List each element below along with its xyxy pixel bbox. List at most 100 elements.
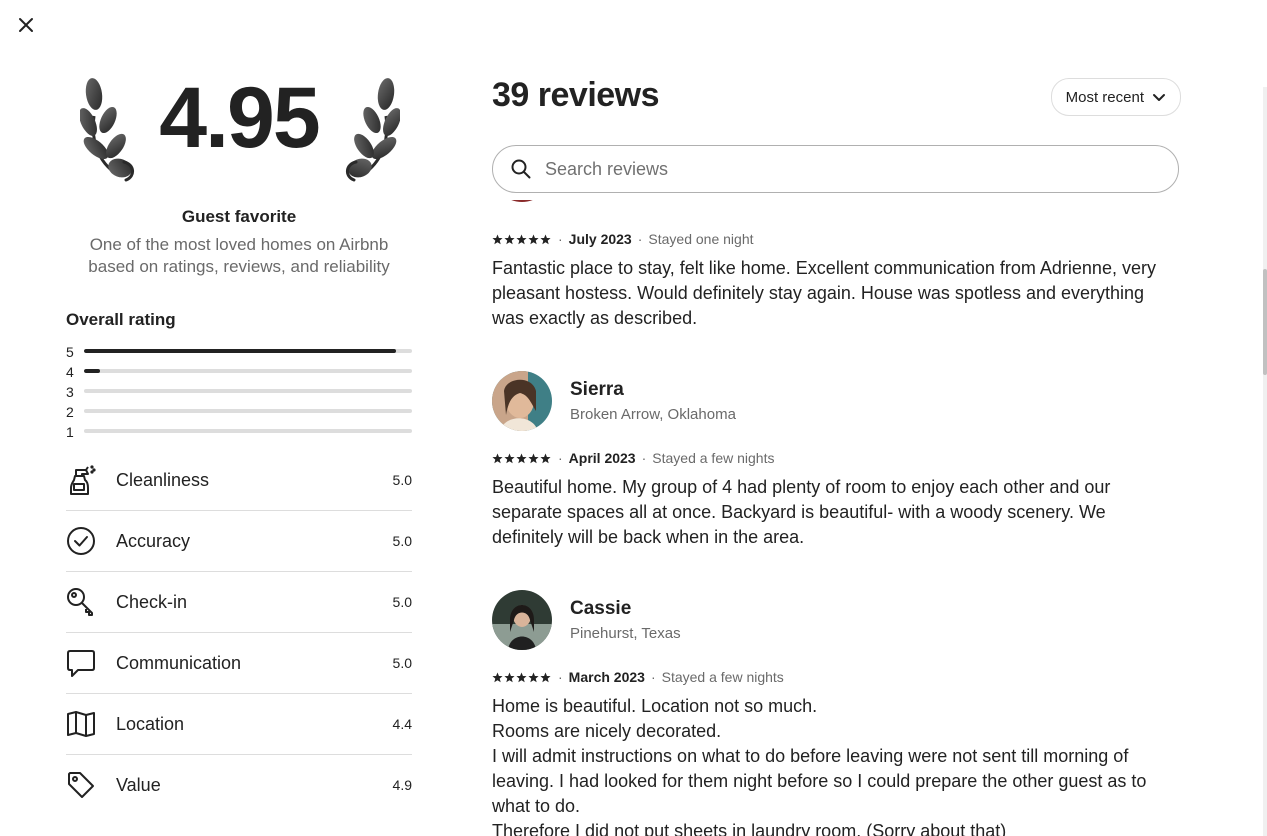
close-button[interactable] <box>14 13 38 37</box>
review-paragraph: Beautiful home. My group of 4 had plenty… <box>492 477 1111 547</box>
sort-label: Most recent <box>1065 88 1144 106</box>
check-circle-icon <box>67 527 95 555</box>
review-item: · July 2023 · Stayed one night Fantastic… <box>492 200 1181 331</box>
spray-bottle-icon <box>70 465 96 495</box>
review-paragraph: Rooms are nicely decorated. <box>492 721 722 741</box>
guest-favorite-title: Guest favorite <box>181 207 297 226</box>
reviewer-info: Cassie Pinehurst, Texas <box>570 598 681 642</box>
star-icon <box>492 453 503 463</box>
search-icon <box>511 159 531 179</box>
distribution-star-label: 1 <box>66 424 74 440</box>
reviews-scroll-area[interactable]: · July 2023 · Stayed one night Fantastic… <box>492 200 1181 836</box>
category-score: 5.0 <box>392 472 412 488</box>
meta-separator: · <box>637 231 643 247</box>
avatar-partial <box>492 200 552 202</box>
guest-favorite-description: One of the most loved homes on Airbnb ba… <box>66 234 412 278</box>
avatar <box>511 200 533 202</box>
category-score: 5.0 <box>392 533 412 549</box>
star-rating <box>492 453 552 464</box>
distribution-row: 2 <box>66 402 412 422</box>
review-date: July 2023 <box>568 231 632 247</box>
meta-separator: · <box>558 450 563 466</box>
category-label: Value <box>116 774 161 795</box>
review-date: March 2023 <box>568 669 645 685</box>
sort-dropdown[interactable]: Most recent <box>1050 78 1181 116</box>
review-text: Fantastic place to stay, felt like home.… <box>492 256 1181 331</box>
review-text: Beautiful home. My group of 4 had plenty… <box>492 475 1181 550</box>
reviews-list: · July 2023 · Stayed one night Fantastic… <box>492 200 1181 836</box>
avatar-image <box>492 371 552 431</box>
star-icon <box>504 234 515 244</box>
star-icon <box>540 672 551 682</box>
distribution-star-label: 3 <box>66 384 74 400</box>
review-meta: · April 2023 · Stayed a few nights <box>492 447 1181 469</box>
review-meta: · July 2023 · Stayed one night <box>492 228 1181 250</box>
star-icon <box>492 672 503 682</box>
reviewer-location: Broken Arrow, Oklahoma <box>570 406 736 423</box>
star-icon <box>528 453 539 463</box>
distribution-star-label: 4 <box>66 364 74 380</box>
category-row-cleanliness: Cleanliness 5.0 <box>66 450 412 511</box>
category-label: Accuracy <box>116 530 191 551</box>
meta-separator: · <box>641 450 647 466</box>
reviewer-name[interactable]: Cassie <box>570 598 681 620</box>
category-score: 4.9 <box>392 777 412 793</box>
distribution-star-label: 2 <box>66 404 74 420</box>
avatar-image <box>492 590 552 650</box>
key-icon <box>67 588 93 616</box>
close-icon <box>19 18 33 32</box>
distribution-bar <box>84 409 412 413</box>
search-input[interactable] <box>543 157 1147 181</box>
star-icon <box>528 234 539 244</box>
star-icon <box>516 234 527 244</box>
distribution-star-label: 5 <box>66 344 74 360</box>
scrollbar[interactable] <box>1263 87 1267 836</box>
star-icon <box>516 453 527 463</box>
chat-bubble-icon <box>67 650 95 677</box>
distribution-bar-fill <box>84 369 101 373</box>
distribution-row: 3 <box>66 382 412 402</box>
laurel-right-icon <box>346 78 400 182</box>
review-stay: Stayed a few nights <box>652 450 775 466</box>
scrollbar-thumb[interactable] <box>1263 269 1267 375</box>
review-item: Sierra Broken Arrow, Oklahoma · April 20… <box>492 371 1181 550</box>
category-score: 4.4 <box>392 716 412 732</box>
distribution-bar <box>84 389 412 393</box>
distribution-row: 4 <box>66 362 412 382</box>
review-paragraph: Fantastic place to stay, felt like home.… <box>492 258 1156 328</box>
avatar[interactable] <box>492 371 552 431</box>
distribution-bar <box>84 349 412 353</box>
star-icon <box>516 672 527 682</box>
review-date: April 2023 <box>568 450 636 466</box>
category-label: Cleanliness <box>116 469 210 490</box>
category-row-value: Value 4.9 <box>66 755 412 815</box>
review-stay: Stayed a few nights <box>661 669 784 685</box>
meta-separator: · <box>558 231 563 247</box>
category-row-check-in: Check-in 5.0 <box>66 572 412 633</box>
guest-favorite-desc-line: based on ratings, reviews, and reliabili… <box>88 257 390 276</box>
category-ratings: Cleanliness 5.0 Accuracy 5.0 Check-in 5.… <box>66 450 412 815</box>
review-paragraph: Home is beautiful. Location not so much. <box>492 696 818 716</box>
star-rating <box>492 672 552 683</box>
reviewer-name[interactable]: Sierra <box>570 379 736 401</box>
reviewer-location: Pinehurst, Texas <box>570 625 681 642</box>
rating-distribution: 5 4 3 2 1 <box>66 342 412 442</box>
star-icon <box>504 453 515 463</box>
category-score: 5.0 <box>392 655 412 671</box>
star-icon <box>540 453 551 463</box>
reviews-count-title: 39 reviews <box>492 76 660 114</box>
overall-rating-title: Overall rating <box>66 310 176 329</box>
category-row-accuracy: Accuracy 5.0 <box>66 511 412 572</box>
review-paragraph: I will admit instructions on what to do … <box>492 746 1147 816</box>
avatar[interactable] <box>492 590 552 650</box>
distribution-bar <box>84 369 412 373</box>
star-icon <box>528 672 539 682</box>
reviews-panel: 39 reviews Most recent Search reviews · … <box>492 0 1181 836</box>
reviewer-info: Sierra Broken Arrow, Oklahoma <box>570 379 736 423</box>
review-paragraph: Therefore I did not put sheets in laundr… <box>492 821 1007 836</box>
review-meta: · March 2023 · Stayed a few nights <box>492 666 1181 688</box>
tag-icon <box>68 772 94 798</box>
distribution-bar <box>84 429 412 433</box>
category-label: Location <box>116 713 185 734</box>
star-icon <box>492 234 503 244</box>
